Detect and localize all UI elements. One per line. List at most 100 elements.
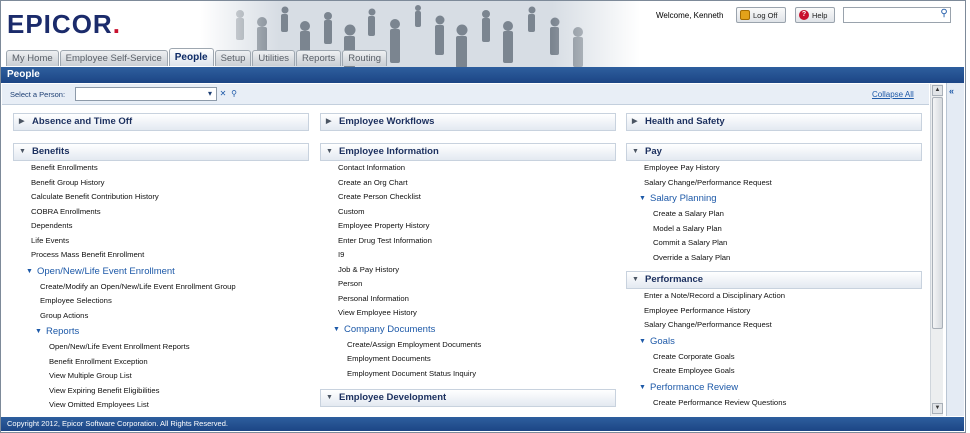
column-3: ▶ Health and Safety ▼ Pay Employee Pay H… [626, 113, 922, 410]
list-item[interactable]: Create Performance Review Questions [626, 396, 922, 411]
list-item[interactable]: COBRA Enrollments [13, 205, 309, 220]
list-item[interactable]: Dependents [13, 219, 309, 234]
list-item[interactable]: View Employee History [320, 306, 616, 321]
list-item[interactable]: Group Actions [13, 309, 309, 324]
list-item[interactable]: Benefit Enrollment Exception [13, 355, 309, 370]
section-performance-review[interactable]: ▼ Performance Review [626, 379, 922, 396]
list-item[interactable]: Process Mass Benefit Enrollment [13, 248, 309, 263]
collapse-all-link[interactable]: Collapse All [872, 90, 914, 99]
panel-employee-development-header[interactable]: ▼ Employee Development [320, 389, 616, 407]
tab-utilities[interactable]: Utilities [252, 50, 296, 66]
section-goals[interactable]: ▼ Goals [626, 333, 922, 350]
list-item[interactable]: Employee Pay History [626, 161, 922, 176]
list-item[interactable]: Benefit Enrollments [13, 161, 309, 176]
section-title: Goals [650, 335, 675, 347]
panel-absence-header[interactable]: ▶ Absence and Time Off [13, 113, 309, 131]
list-item[interactable]: Override a Salary Plan [626, 251, 922, 266]
list-item[interactable]: Create Person Checklist [320, 190, 616, 205]
column-1: ▶ Absence and Time Off ▼ Benefits Benefi… [13, 113, 309, 413]
list-item[interactable]: Employee Property History [320, 219, 616, 234]
help-icon: ? [799, 10, 809, 20]
panel-pay-header[interactable]: ▼ Pay [626, 143, 922, 161]
list-item[interactable]: Benefit Group History [13, 176, 309, 191]
panel-title: Pay [645, 146, 662, 157]
list-item[interactable]: Employment Documents [320, 352, 616, 367]
help-button[interactable]: ? Help [795, 7, 835, 23]
log-off-label: Log Off [753, 10, 778, 20]
list-item[interactable]: Contact Information [320, 161, 616, 176]
list-item[interactable]: Person [320, 277, 616, 292]
collapse-icon: ▼ [632, 276, 639, 283]
section-company-documents[interactable]: ▼ Company Documents [320, 321, 616, 338]
panel-employee-info-header[interactable]: ▼ Employee Information [320, 143, 616, 161]
panel-title: Performance [645, 274, 704, 285]
panel-title: Employee Information [339, 146, 439, 157]
panel-benefits-header[interactable]: ▼ Benefits [13, 143, 309, 161]
list-item[interactable]: Custom [320, 205, 616, 220]
list-item[interactable]: Model a Salary Plan [626, 222, 922, 237]
list-item[interactable]: Open/New/Life Event Enrollment Reports [13, 340, 309, 355]
expand-icon: ▶ [19, 118, 25, 125]
panel-performance-header[interactable]: ▼ Performance [626, 271, 922, 289]
panel-title: Employee Development [339, 392, 447, 403]
section-reports[interactable]: ▼ Reports [13, 323, 309, 340]
tab-my-home[interactable]: My Home [6, 50, 59, 66]
select-person-input[interactable] [75, 87, 217, 101]
list-item[interactable]: Create/Modify an Open/New/Life Event Enr… [13, 280, 309, 295]
scroll-down-icon[interactable]: ▼ [932, 403, 943, 414]
lock-icon [740, 10, 750, 20]
tab-setup[interactable]: Setup [214, 50, 252, 66]
list-item[interactable]: Create Corporate Goals [626, 350, 922, 365]
list-item[interactable]: View Omitted Employees List [13, 398, 309, 413]
log-off-button[interactable]: Log Off [736, 7, 786, 23]
scroll-up-icon[interactable]: ▲ [932, 85, 943, 96]
tab-reports[interactable]: Reports [296, 50, 342, 66]
list-item[interactable]: Life Events [13, 234, 309, 249]
collapse-icon: ▼ [632, 148, 639, 155]
main-tabs: My Home Employee Self-Service People Set… [6, 48, 388, 66]
person-select-bar: Select a Person: ▾ ✕ ⚲ Collapse All [2, 84, 929, 105]
list-item[interactable]: Personal Information [320, 292, 616, 307]
list-item[interactable]: Create an Org Chart [320, 176, 616, 191]
list-item[interactable]: Enter Drug Test Information [320, 234, 616, 249]
tab-routing[interactable]: Routing [342, 50, 388, 66]
panel-workflows-header[interactable]: ▶ Employee Workflows [320, 113, 616, 131]
list-item[interactable]: Job & Pay History [320, 263, 616, 278]
list-item[interactable]: Employee Selections [13, 294, 309, 309]
collapse-side-icon[interactable]: « [949, 86, 954, 96]
list-item[interactable]: Salary Change/Performance Request [626, 176, 922, 191]
list-item[interactable]: Create a Salary Plan [626, 207, 922, 222]
list-item[interactable]: Calculate Benefit Contribution History [13, 190, 309, 205]
tab-people[interactable]: People [168, 48, 214, 66]
tab-employee-self-service[interactable]: Employee Self-Service [59, 50, 168, 66]
list-item[interactable]: Salary Change/Performance Request [626, 318, 922, 333]
section-salary-planning[interactable]: ▼ Salary Planning [626, 190, 922, 207]
header-search-input[interactable] [843, 7, 951, 23]
section-title: Company Documents [344, 323, 436, 335]
collapse-icon: ▼ [326, 394, 333, 401]
list-item[interactable]: Commit a Salary Plan [626, 236, 922, 251]
scroll-thumb[interactable] [932, 97, 943, 329]
panel-health-safety-header[interactable]: ▶ Health and Safety [626, 113, 922, 131]
list-item[interactable]: Create/Assign Employment Documents [320, 338, 616, 353]
chevron-down-icon[interactable]: ▾ [205, 88, 215, 100]
panel-title: Absence and Time Off [32, 116, 133, 127]
collapse-icon: ▼ [639, 195, 646, 202]
list-item[interactable]: Create Employee Goals [626, 364, 922, 379]
list-item[interactable]: View Expiring Benefit Eligibilities [13, 384, 309, 399]
list-item[interactable]: Employee Performance History [626, 304, 922, 319]
vertical-scrollbar[interactable]: ▲ ▼ [930, 84, 943, 416]
list-item[interactable]: View Multiple Group List [13, 369, 309, 384]
list-item[interactable]: Enter a Note/Record a Disciplinary Actio… [626, 289, 922, 304]
collapse-icon: ▼ [639, 337, 646, 345]
section-title: Open/New/Life Event Enrollment [37, 265, 175, 277]
list-item[interactable]: Employment Document Status Inquiry [320, 367, 616, 382]
search-icon[interactable]: ⚲ [229, 88, 239, 100]
clear-icon[interactable]: ✕ [218, 88, 228, 100]
section-title: Performance Review [650, 381, 739, 393]
collapse-icon: ▼ [333, 325, 340, 333]
list-item[interactable]: I9 [320, 248, 616, 263]
search-icon[interactable]: ⚲ [938, 8, 950, 21]
section-open-enrollment[interactable]: ▼ Open/New/Life Event Enrollment [13, 263, 309, 280]
side-panel: « [946, 83, 964, 416]
